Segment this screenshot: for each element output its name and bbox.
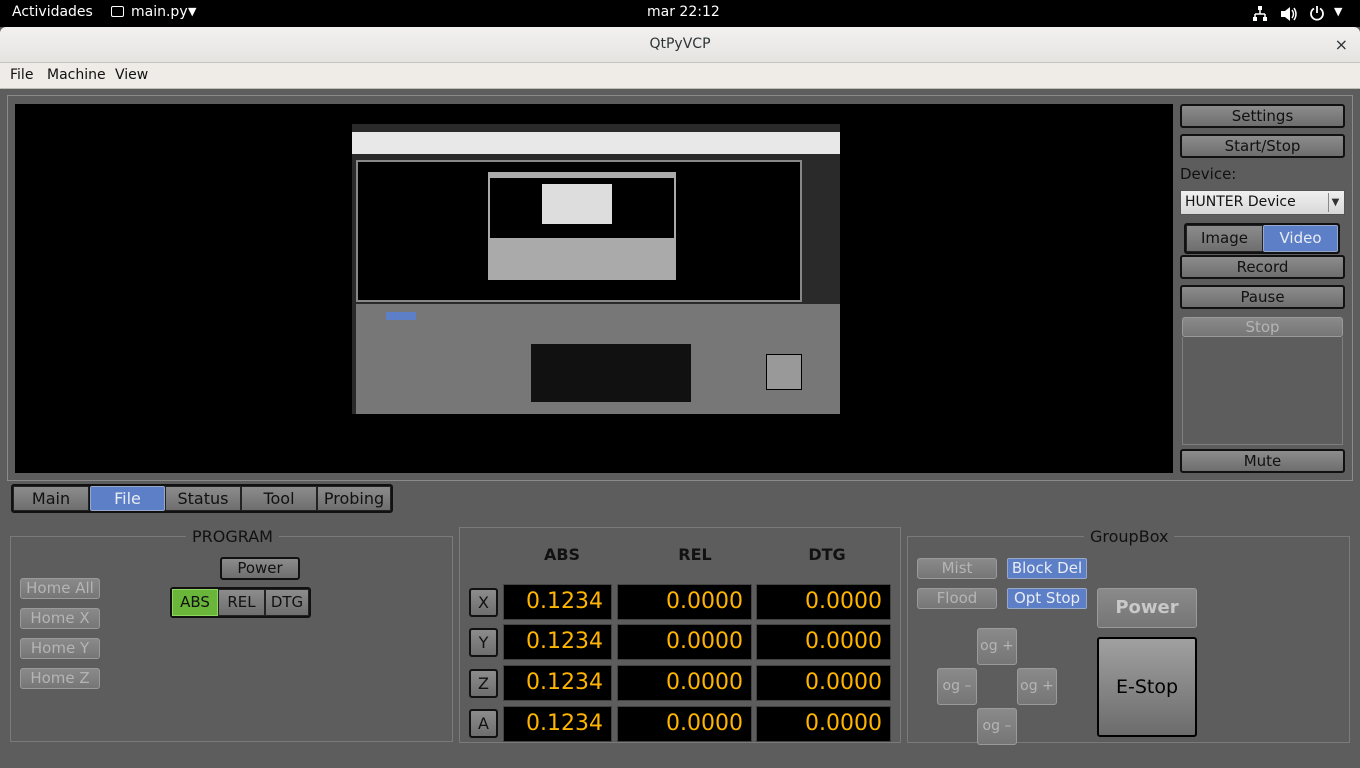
dro-a-rel: 0.0000 [617,706,752,742]
dro-y-abs: 0.1234 [503,624,612,660]
mist-button[interactable]: Mist [917,558,997,579]
home-z-button[interactable]: Home Z [20,668,100,689]
axis-y-button[interactable]: Y [469,628,498,657]
program-title: PROGRAM [186,527,279,546]
menu-machine[interactable]: Machine [47,67,106,83]
mode-dtg-button[interactable]: DTG [265,589,309,616]
pause-button[interactable]: Pause [1180,285,1345,309]
stop-button[interactable]: Stop [1182,317,1343,337]
menu-view[interactable]: View [115,67,148,83]
settings-button[interactable]: Settings [1180,104,1345,128]
jog-right-button[interactable]: og + [1017,668,1057,705]
dro-y-rel: 0.0000 [617,624,752,660]
tab-main[interactable]: Main [13,486,89,511]
tab-file[interactable]: File [90,486,165,511]
video-view[interactable] [15,104,1173,473]
dro-header-rel: REL [678,545,712,564]
chevron-down-icon[interactable]: ▼ [188,5,196,18]
dro-x-abs: 0.1234 [503,584,612,620]
dro-x-rel: 0.0000 [617,584,752,620]
flood-button[interactable]: Flood [917,588,997,609]
home-all-button[interactable]: Home All [20,578,100,599]
axis-a-button[interactable]: A [469,709,498,738]
dropdown-arrow-icon[interactable]: ▼ [1328,193,1342,212]
dro-header-dtg: DTG [808,545,846,564]
video-mode-button[interactable]: Video [1263,225,1338,252]
mode-abs-button[interactable]: ABS [172,589,218,616]
menu-file[interactable]: File [10,67,33,83]
dro-z-rel: 0.0000 [617,665,752,701]
block-del-button[interactable]: Block Del [1007,558,1087,579]
tab-bar: Main File Status Tool Probing [11,484,393,513]
image-mode-button[interactable]: Image [1186,225,1263,252]
volume-icon[interactable] [1280,6,1298,22]
start-stop-button[interactable]: Start/Stop [1180,134,1345,158]
home-x-button[interactable]: Home X [20,608,100,629]
terminal-icon [111,6,124,17]
jog-left-button[interactable]: og – [937,668,977,705]
window-title: QtPyVCP [649,36,711,52]
opt-stop-button[interactable]: Opt Stop [1007,588,1087,609]
network-icon[interactable] [1252,6,1268,22]
estop-button[interactable]: E-Stop [1097,637,1197,737]
system-menu-chevron-icon[interactable]: ▼ [1334,5,1342,18]
dro-y-dtg: 0.0000 [756,624,891,660]
groupbox-title: GroupBox [1084,527,1175,546]
device-select[interactable]: HUNTER Device ▼ [1180,190,1345,215]
window-title-bar: QtPyVCP × [0,27,1360,63]
dro-x-dtg: 0.0000 [756,584,891,620]
clock[interactable]: mar 22:12 [647,4,720,20]
dro-z-dtg: 0.0000 [756,665,891,701]
program-power-button[interactable]: Power [220,557,300,580]
tab-tool[interactable]: Tool [241,486,317,511]
menu-bar: File Machine View [0,63,1360,89]
video-frame [352,124,840,414]
activities-button[interactable]: Actividades [12,4,93,20]
dro-a-abs: 0.1234 [503,706,612,742]
camera-empty-area [1182,337,1343,445]
device-label: Device: [1180,165,1237,183]
coord-mode-toggle: ABS REL DTG [170,587,311,618]
home-y-button[interactable]: Home Y [20,638,100,659]
close-icon[interactable]: × [1335,35,1348,54]
axis-x-button[interactable]: X [469,588,498,617]
jog-down-button[interactable]: og – [977,708,1017,745]
groupbox-power-button[interactable]: Power [1097,588,1197,628]
dro-z-abs: 0.1234 [503,665,612,701]
device-select-value: HUNTER Device [1185,194,1296,210]
power-icon[interactable] [1309,5,1325,21]
system-top-bar: Actividades main.py ▼ mar 22:12 ▼ [0,0,1360,27]
dro-a-dtg: 0.0000 [756,706,891,742]
mode-rel-button[interactable]: REL [218,589,265,616]
tab-probing[interactable]: Probing [317,486,391,511]
image-video-toggle: Image Video [1184,223,1340,254]
app-menu[interactable]: main.py [131,4,188,20]
jog-up-button[interactable]: og + [977,628,1017,665]
tab-status[interactable]: Status [165,486,241,511]
mute-button[interactable]: Mute [1180,449,1345,473]
axis-z-button[interactable]: Z [469,669,498,698]
record-button[interactable]: Record [1180,255,1345,279]
dro-header-abs: ABS [543,545,581,564]
